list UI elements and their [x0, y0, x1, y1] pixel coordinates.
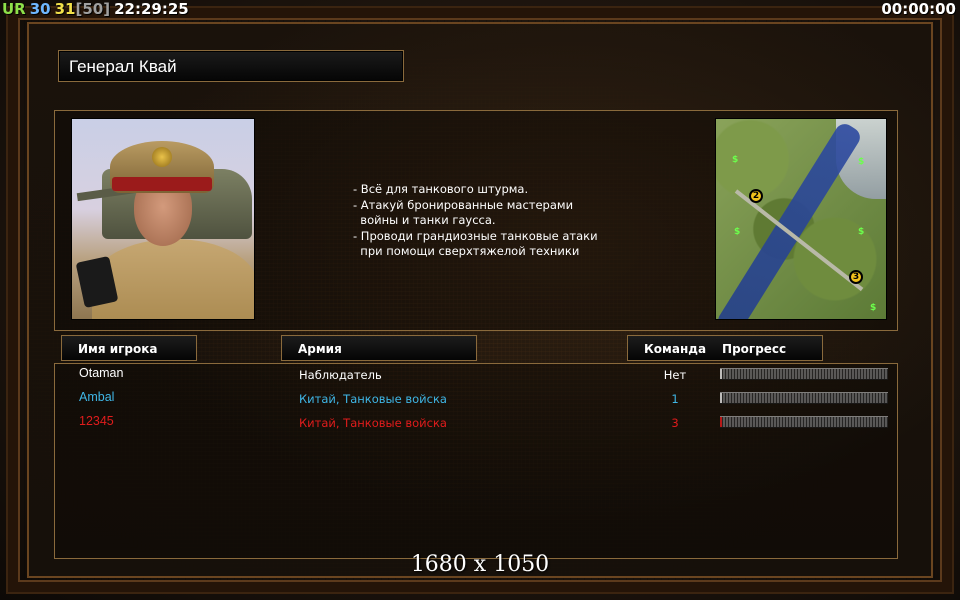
- resolution-overlay: 1680 x 1050: [410, 552, 550, 577]
- description-line: - Проводи грандиозные танковые атаки: [353, 228, 598, 243]
- player-progress-bar: [720, 392, 888, 404]
- player-team: 1: [671, 392, 679, 406]
- start-position-marker: 3: [849, 270, 863, 284]
- loading-screen: UR 30 31[50] 22:29:25 00:00:00 Генерал Квай…: [0, 0, 960, 600]
- column-header-progress: Прогресс: [722, 342, 787, 356]
- start-position-marker: 2: [749, 189, 763, 203]
- hud-stats: UR 30 31[50] 22:29:25: [2, 0, 193, 20]
- player-name: 12345: [79, 414, 114, 428]
- player-name: Ambal: [79, 390, 115, 404]
- portrait-cap-band: [112, 177, 212, 191]
- general-title: Генерал Квай: [58, 50, 404, 82]
- supply-icon: $: [734, 227, 741, 237]
- portrait-cap-badge: [152, 147, 172, 167]
- general-description: - Всё для танкового штурма. - Атакуй бро…: [353, 182, 653, 260]
- description-line: - Атакуй бронированные мастерами: [353, 197, 574, 212]
- column-header-team-progress: Команда Прогресс: [627, 335, 823, 361]
- player-army: Китай, Танковые войска: [299, 392, 447, 406]
- portrait-uniform: [92, 239, 254, 319]
- player-army: Наблюдатель: [299, 368, 382, 382]
- hud-value-a: 30: [29, 0, 51, 18]
- hud-timer: 00:00:00: [881, 0, 956, 18]
- general-portrait: [71, 118, 255, 320]
- players-panel: Otaman Наблюдатель Нет Ambal Китай, Танк…: [54, 363, 898, 559]
- supply-icon: $: [858, 157, 865, 167]
- description-line: войны и танки гаусса.: [353, 213, 496, 227]
- supply-icon: $: [732, 155, 739, 165]
- player-army: Китай, Танковые войска: [299, 416, 447, 430]
- minimap-river: [716, 120, 864, 319]
- player-progress-bar: [720, 416, 888, 428]
- player-team: 3: [671, 416, 679, 430]
- player-progress-fill: [720, 369, 722, 379]
- player-name: Otaman: [79, 366, 124, 380]
- description-line: - Всё для танкового штурма.: [353, 182, 529, 196]
- player-progress-fill: [720, 393, 722, 403]
- player-row: Otaman Наблюдатель Нет: [55, 364, 899, 386]
- player-row: 12345 Китай, Танковые войска 3: [55, 412, 899, 434]
- player-progress-fill: [720, 417, 722, 427]
- player-team: Нет: [663, 368, 687, 382]
- player-row: Ambal Китай, Танковые войска 1: [55, 388, 899, 410]
- column-header-player-name: Имя игрока: [61, 335, 197, 361]
- hud-value-b: 31: [54, 0, 76, 18]
- minimap: 2 3 $ $ $ $ $: [715, 118, 887, 320]
- column-header-team: Команда: [644, 342, 707, 356]
- hud-clock: 22:29:25: [114, 0, 189, 18]
- hud-tag: UR: [2, 0, 26, 18]
- supply-icon: $: [870, 303, 877, 313]
- column-header-army: Армия: [281, 335, 477, 361]
- description-line: при помощи сверхтяжелой техники: [353, 244, 580, 258]
- player-progress-bar: [720, 368, 888, 380]
- supply-icon: $: [858, 227, 865, 237]
- hud-bracket: [50]: [75, 0, 111, 18]
